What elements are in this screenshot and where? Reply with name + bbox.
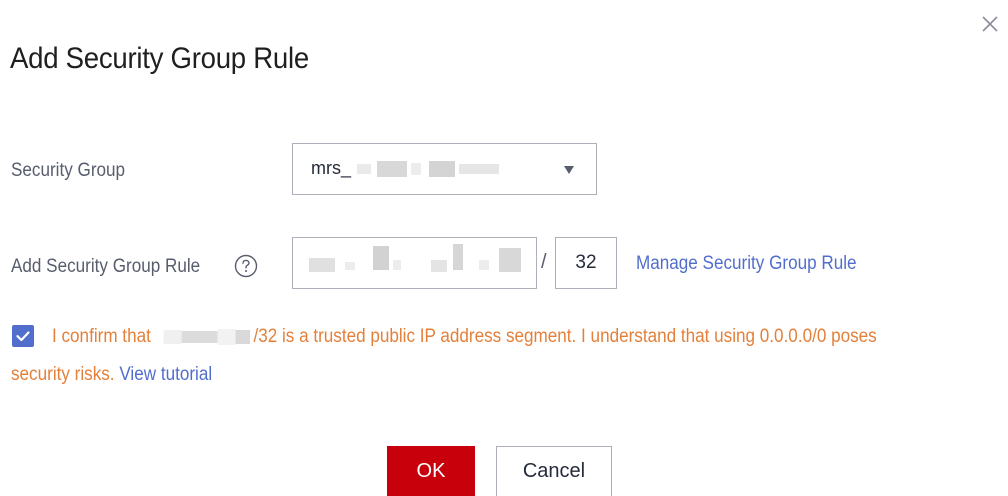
checkmark-icon <box>16 331 30 342</box>
redacted-region <box>163 329 182 344</box>
redacted-region <box>345 262 355 270</box>
redacted-region <box>357 164 371 175</box>
redacted-region <box>217 328 236 345</box>
ok-button[interactable]: OK <box>387 446 475 496</box>
redacted-region <box>393 260 401 270</box>
redacted-region <box>453 244 463 270</box>
redacted-region <box>479 260 489 270</box>
redacted-region <box>429 161 455 178</box>
view-tutorial-link[interactable]: View tutorial <box>119 364 212 385</box>
redacted-region <box>235 329 250 344</box>
security-group-selected-value: mrs_ <box>311 158 499 179</box>
redacted-region <box>373 246 389 270</box>
ip-mask-separator: / <box>541 251 547 273</box>
help-icon[interactable] <box>234 254 258 278</box>
security-group-label: Security Group <box>11 160 126 181</box>
add-rule-label: Add Security Group Rule <box>11 256 201 277</box>
redacted-region <box>411 163 421 176</box>
redacted-region <box>499 248 521 272</box>
confirm-text: I confirm that/32 is a trusted public IP… <box>52 326 877 347</box>
dialog-title: Add Security Group Rule <box>10 42 309 75</box>
confirm-checkbox[interactable] <box>12 325 34 347</box>
redacted-region <box>181 330 218 343</box>
add-security-group-rule-dialog: Add Security Group Rule Security Group m… <box>0 0 1008 496</box>
confirm-text-line2: security risks. View tutorial <box>11 364 213 385</box>
ip-address-input[interactable] <box>292 237 537 289</box>
security-group-select[interactable]: mrs_ <box>292 143 597 195</box>
manage-security-group-rule-link[interactable]: Manage Security Group Rule <box>636 253 857 275</box>
redacted-region <box>377 161 407 178</box>
chevron-down-icon <box>564 166 574 174</box>
redacted-region <box>431 260 447 272</box>
redacted-region <box>309 258 335 272</box>
cancel-button[interactable]: Cancel <box>496 446 612 496</box>
close-icon[interactable] <box>978 12 1002 36</box>
redacted-region <box>459 164 499 175</box>
subnet-mask-input[interactable]: 32 <box>555 237 617 289</box>
